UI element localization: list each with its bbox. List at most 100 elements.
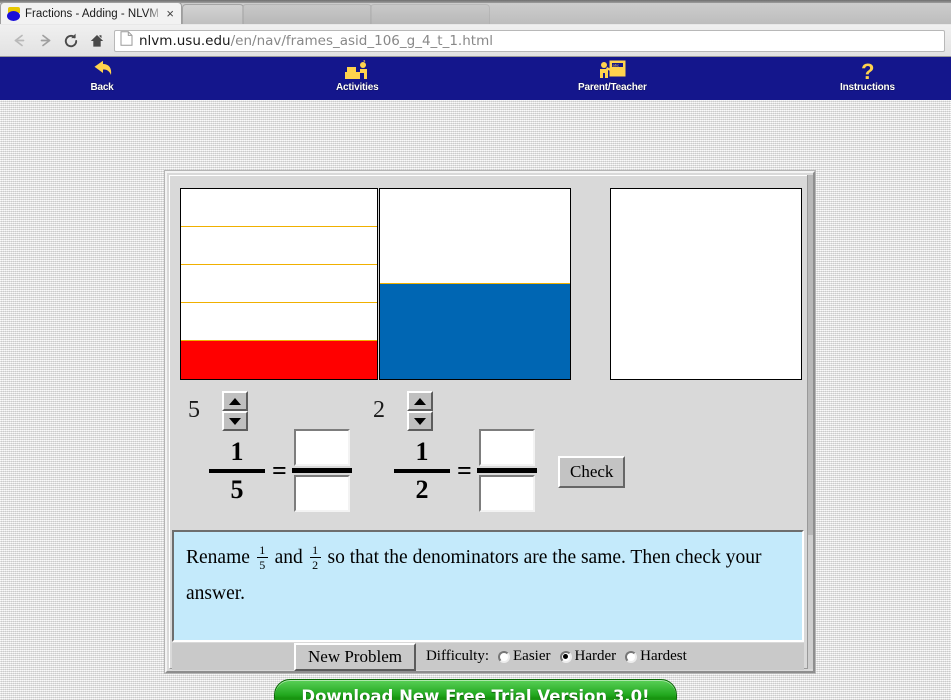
second-fraction-bar[interactable] [379,188,571,380]
nav-label-back: Back [90,82,114,93]
fraction-line [394,468,450,473]
applet-bottom-bar: New Problem Difficulty: Easier Harder Ha… [172,642,804,671]
term-2-equals: = [457,455,472,485]
term-1-count: 5 [188,397,200,423]
fraction-controls-region: 5 1 5 = 2 1 2 = Check [172,381,804,529]
nav-label-parent-teacher: Parent/Teacher [578,82,647,93]
nlvm-nav-banner: Back Activities abc Parent/Teacher ? Ins… [0,57,951,100]
page-body: Back Activities abc Parent/Teacher ? Ins… [0,57,951,700]
spinner-down-button[interactable] [407,411,433,431]
activities-icon [343,59,371,81]
tab-inactive-1[interactable] [182,4,244,24]
svg-text:?: ? [861,60,874,81]
difficulty-option-harder[interactable]: Harder [559,648,617,665]
address-bar[interactable]: nlvm.usu.edu/en/nav/frames_asid_106_g_4_… [114,29,945,52]
nav-item-activities[interactable]: Activities [336,59,379,93]
term-2-numerator-input[interactable] [478,429,535,466]
url-path: /en/nav/frames_asid_106_g_4_t_1.html [230,32,493,49]
browser-tab-active[interactable]: Fractions - Adding - NLVM × [0,2,182,24]
term-1-input-fraction [291,429,353,512]
close-tab-icon[interactable]: × [163,7,177,20]
bar-segment-filled[interactable] [181,341,377,379]
term-2-spinner[interactable] [407,391,433,431]
fraction-bars-region [172,178,804,383]
triangle-up-icon [229,397,241,405]
radio-hardest[interactable] [625,650,638,663]
term-1-original-fraction: 1 5 [206,436,268,504]
nav-label-activities: Activities [336,82,379,93]
term-2-input-fraction [476,429,538,512]
fraction-term-1: 5 1 5 = [180,381,370,529]
term-2-count: 2 [373,397,385,423]
triangle-down-icon [414,417,426,425]
instruction-panel: Rename 1 5 and 1 2 so that the denominat… [172,530,804,642]
term-2-original-fraction: 1 2 [391,436,453,504]
tab-title: Fractions - Adding - NLVM [25,7,160,20]
svg-text:abc: abc [613,62,619,67]
term-1-denominator-input[interactable] [293,475,350,512]
term-2-fraction-row: 1 2 = [391,429,538,512]
tab-strip: Fractions - Adding - NLVM × [0,0,951,24]
reload-button[interactable] [58,28,84,54]
parent-teacher-icon: abc [597,59,627,81]
instruction-part-2: and [274,547,303,568]
favicon-icon [7,6,21,21]
instruction-part-3: so that the denominators are the same. T… [186,547,762,604]
applet-panel: 5 1 5 = 2 1 2 = Check Rename 1 5 and 1 2… [169,175,809,671]
difficulty-option-easier[interactable]: Easier [498,648,551,665]
radio-harder[interactable] [559,650,572,663]
difficulty-option-hardest[interactable]: Hardest [625,648,687,665]
fraction-line [291,468,352,473]
tab-inactive-3[interactable] [370,4,490,24]
forward-button[interactable] [32,28,58,54]
spinner-down-button[interactable] [222,411,248,431]
browser-toolbar: nlvm.usu.edu/en/nav/frames_asid_106_g_4_… [0,24,951,56]
term-2-numerator: 1 [415,436,429,466]
back-arrow-icon [90,59,114,81]
nav-item-parent-teacher[interactable]: abc Parent/Teacher [578,59,647,93]
result-fraction-bar[interactable] [610,188,802,380]
difficulty-label-hardest: Hardest [640,648,687,664]
url-text: nlvm.usu.edu/en/nav/frames_asid_106_g_4_… [139,33,493,49]
fraction-line [209,468,265,473]
nav-label-instructions: Instructions [840,82,895,93]
difficulty-group: Difficulty: Easier Harder Hardest [426,648,687,665]
url-host: nlvm.usu.edu [139,32,231,49]
instruction-fraction-2: 1 2 [309,542,321,573]
radio-easier[interactable] [498,650,511,663]
back-button[interactable] [6,28,32,54]
page-footer: Download New Free Trial Version 3.0! Cli… [0,679,951,700]
difficulty-label-harder: Harder [574,648,617,664]
download-trial-button[interactable]: Download New Free Trial Version 3.0! [274,679,677,700]
term-1-numerator: 1 [230,436,244,466]
term-1-spinner[interactable] [222,391,248,431]
first-fraction-bar[interactable] [180,188,378,380]
nav-item-back[interactable]: Back [90,59,114,93]
nav-item-instructions[interactable]: ? Instructions [840,59,895,93]
fraction-term-2: 2 1 2 = [365,381,555,529]
difficulty-label-easier: Easier [513,648,551,664]
new-problem-button[interactable]: New Problem [294,642,416,671]
inline-denominator: 2 [312,558,319,573]
instruction-part-1: Rename [186,547,250,568]
spinner-up-button[interactable] [222,391,248,411]
term-2-denominator: 2 [415,474,429,504]
check-button[interactable]: Check [558,456,626,488]
browser-chrome: Fractions - Adding - NLVM × nlvm.usu.edu… [0,0,951,57]
fraction-line [476,468,537,473]
question-mark-icon: ? [859,59,875,81]
inline-numerator: 1 [259,542,266,557]
applet-scrollbar-thumb[interactable] [808,175,813,535]
term-1-numerator-input[interactable] [293,429,350,466]
inline-denominator: 5 [259,558,266,573]
term-2-denominator-input[interactable] [478,475,535,512]
inline-numerator: 1 [312,542,319,557]
spinner-up-button[interactable] [407,391,433,411]
term-1-equals: = [272,455,287,485]
applet-scrollbar[interactable] [807,175,813,669]
tab-inactive-2[interactable] [242,4,372,24]
bar-segment-filled[interactable] [380,284,570,379]
home-button[interactable] [84,28,110,54]
applet-frame: 5 1 5 = 2 1 2 = Check Rename 1 5 and 1 2… [165,171,815,673]
triangle-up-icon [414,397,426,405]
